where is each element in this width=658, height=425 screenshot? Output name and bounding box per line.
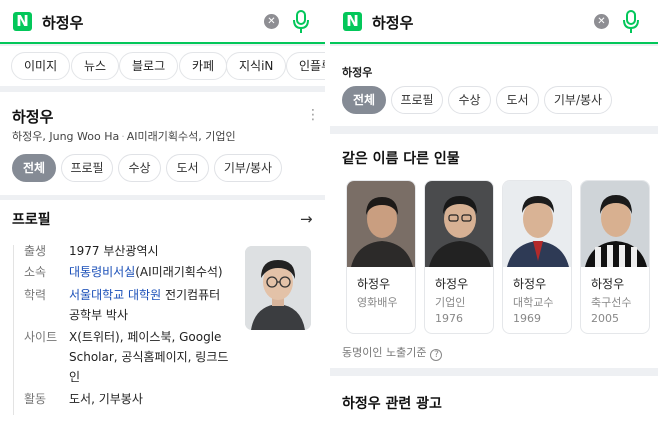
search-input[interactable]: 하정우 [372,12,413,33]
person-role: 대학교수 [513,296,554,309]
person-card[interactable]: 하정우 영화배우 [346,180,416,334]
person-photo [425,181,493,267]
profile-photo[interactable] [245,246,311,330]
entity-subtitle: 하정우, Jung Woo Ha · AI미래기획수석, 기업인 [12,130,236,143]
person-photo [347,181,415,267]
affiliation-detail: (AI미래기획수석) [135,265,223,279]
clear-icon[interactable]: ✕ [264,14,279,29]
footnote-text: 동명이인 노출기준 [342,346,427,359]
naver-logo[interactable]: N [13,12,32,31]
filter-all[interactable]: 전체 [342,86,386,114]
person-year: 1969 [513,312,541,325]
search-input[interactable]: 하정우 [42,12,83,33]
related-ads-card: 하정우 관련 광고 [330,376,658,425]
filter-books[interactable]: 도서 [496,86,539,114]
naver-logo[interactable]: N [343,12,362,31]
search-tab-row: 이미지 뉴스 블로그 카페 지식iN 인플루 [0,46,325,86]
filter-awards[interactable]: 수상 [448,86,491,114]
activity-links[interactable]: 도서, 기부봉사 [69,389,237,409]
search-results-panel-left: N 하정우 ✕ 이미지 뉴스 블로그 카페 지식iN 인플루 하정우 ⋮ 하정우… [0,0,325,425]
profile-value: 대통령비서실(AI미래기획수석) [69,262,237,282]
tab-news[interactable]: 뉴스 [71,52,120,80]
profile-tabs-card: 전체 프로필 수상 도서 기부/봉사 [330,46,658,126]
mic-icon[interactable] [292,10,310,34]
profile-value: 1977 부산광역시 [69,244,159,258]
tab-blog[interactable]: 블로그 [119,52,179,80]
clear-icon[interactable]: ✕ [594,14,609,29]
entity-name: 하정우 [342,66,373,79]
profile-key: 소속 [24,265,47,279]
profile-section-title: 프로필 [12,212,51,228]
person-name: 하정우 [513,277,547,291]
entity-header-card: 하정우 ⋮ 하정우, Jung Woo Ha · AI미래기획수석, 기업인 전체 … [0,92,325,195]
arrow-right-icon[interactable]: → [300,210,313,228]
profile-divider [13,245,14,415]
affiliation-link[interactable]: 대통령비서실 [69,265,135,279]
person-photo [581,181,649,267]
filter-profile[interactable]: 프로필 [391,86,443,114]
site-links[interactable]: X(트위터), 페이스북, Google Scholar, 공식홈페이지, 링크… [69,327,229,387]
person-role: 영화배우 [357,296,398,309]
help-icon: ? [430,349,443,361]
related-ads-title: 하정우 관련 광고 [342,396,442,412]
person-photo [503,181,571,267]
person-card[interactable]: 하정우 축구선수 2005 [580,180,650,334]
filter-awards[interactable]: 수상 [118,154,161,182]
filter-donation[interactable]: 기부/봉사 [214,154,282,182]
tab-cafe[interactable]: 카페 [179,52,228,80]
mic-icon[interactable] [622,10,640,34]
entity-alias: 하정우, Jung Woo Ha [12,130,120,143]
person-card[interactable]: 하정우 기업인 1976 [424,180,494,334]
profile-key: 사이트 [24,330,58,344]
search-bar: N 하정우 ✕ [0,0,325,44]
same-name-title: 같은 이름 다른 인물 [342,151,460,167]
person-role: 기업인 [435,296,466,309]
more-options-icon[interactable]: ⋮ [306,108,320,122]
entity-description: AI미래기획수석, 기업인 [126,130,236,143]
filter-donation[interactable]: 기부/봉사 [544,86,612,114]
tab-knowledge-in[interactable]: 지식iN [226,52,287,80]
search-bar: N 하정우 ✕ [330,0,658,44]
profile-value: 서울대학교 대학원 전기컴퓨터 공학부 박사 [69,285,229,325]
person-name: 하정우 [435,277,469,291]
profile-key: 학력 [24,288,47,302]
profile-key: 출생 [24,244,47,258]
entity-name: 하정우 [12,108,54,126]
same-name-footnote[interactable]: 동명이인 노출기준? [342,344,443,361]
person-card[interactable]: 하정우 대학교수 1969 [502,180,572,334]
tab-images[interactable]: 이미지 [11,52,71,80]
filter-profile[interactable]: 프로필 [61,154,113,182]
person-name: 하정우 [357,277,391,291]
profile-key: 활동 [24,392,47,406]
person-role: 축구선수 [591,296,632,309]
filter-books[interactable]: 도서 [166,154,209,182]
person-year: 1976 [435,312,463,325]
person-year: 2005 [591,312,619,325]
tab-influencer[interactable]: 인플루 [286,52,325,80]
filter-all[interactable]: 전체 [12,154,56,182]
education-link[interactable]: 서울대학교 대학원 [69,288,161,302]
search-results-panel-right: N 하정우 ✕ 전체 프로필 수상 도서 기부/봉사 하정우 같은 이름 다른 … [330,0,658,425]
person-name: 하정우 [591,277,625,291]
